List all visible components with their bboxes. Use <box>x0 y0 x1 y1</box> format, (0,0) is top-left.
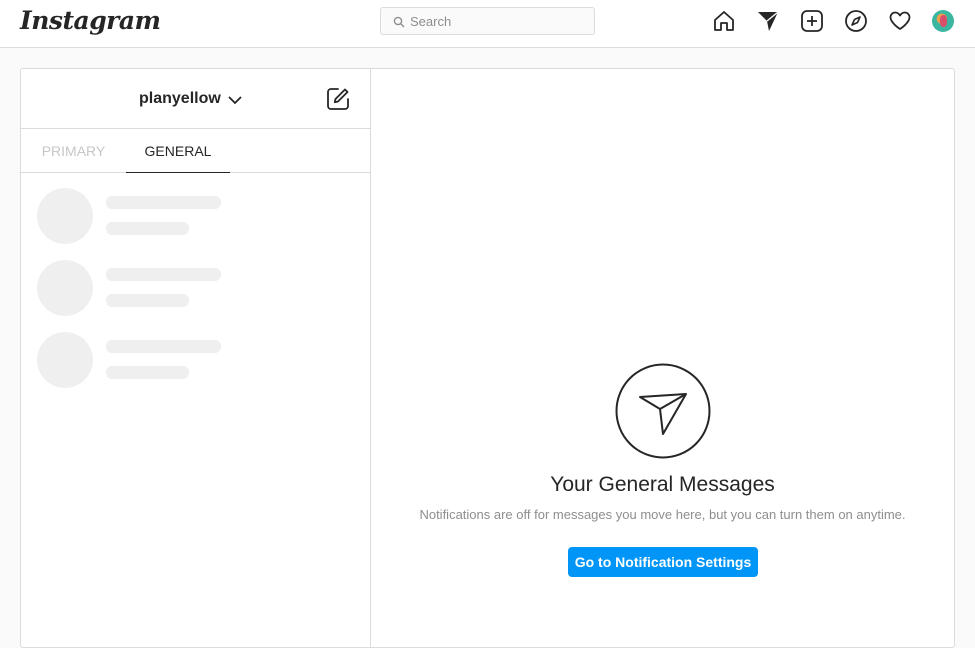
tab-general[interactable]: GENERAL <box>126 130 230 173</box>
new-post-icon[interactable] <box>800 9 824 33</box>
chevron-down-icon[interactable] <box>226 91 244 109</box>
new-message-icon[interactable] <box>325 86 351 112</box>
empty-state-subtitle: Notifications are off for messages you m… <box>419 507 906 522</box>
direct-icon[interactable] <box>756 9 780 33</box>
placeholder-line <box>106 196 221 209</box>
conversation-list-pane: planyellow PRIMARY GENERAL <box>21 69 371 647</box>
loading-placeholder-row <box>37 260 357 318</box>
placeholder-avatar <box>37 260 93 316</box>
placeholder-line <box>106 366 189 379</box>
loading-placeholder-row <box>37 332 357 390</box>
home-icon[interactable] <box>712 9 736 33</box>
explore-icon[interactable] <box>844 9 868 33</box>
placeholder-line <box>106 340 221 353</box>
inbox-tabs: PRIMARY GENERAL <box>21 130 370 173</box>
search-placeholder: Search <box>410 14 452 29</box>
loading-placeholder-row <box>37 188 357 246</box>
account-switcher-username[interactable]: planyellow <box>139 90 221 108</box>
tab-primary[interactable]: PRIMARY <box>21 130 126 173</box>
direct-inbox-panel: planyellow PRIMARY GENERAL Your General … <box>20 68 955 648</box>
empty-state-title: Your General Messages <box>550 473 775 496</box>
profile-avatar[interactable] <box>932 10 954 32</box>
placeholder-line <box>106 268 221 281</box>
message-view-pane: Your General Messages Notifications are … <box>371 69 954 647</box>
search-icon <box>393 16 405 28</box>
top-navigation-bar: Instagram Search <box>0 0 975 48</box>
instagram-logo[interactable]: Instagram <box>20 6 161 35</box>
direct-message-icon <box>615 363 711 459</box>
notification-settings-button[interactable]: Go to Notification Settings <box>568 547 758 577</box>
placeholder-avatar <box>37 332 93 388</box>
placeholder-line <box>106 294 189 307</box>
activity-heart-icon[interactable] <box>888 9 912 33</box>
search-box[interactable]: Search <box>380 7 595 35</box>
inbox-header: planyellow <box>21 69 370 129</box>
placeholder-line <box>106 222 189 235</box>
placeholder-avatar <box>37 188 93 244</box>
